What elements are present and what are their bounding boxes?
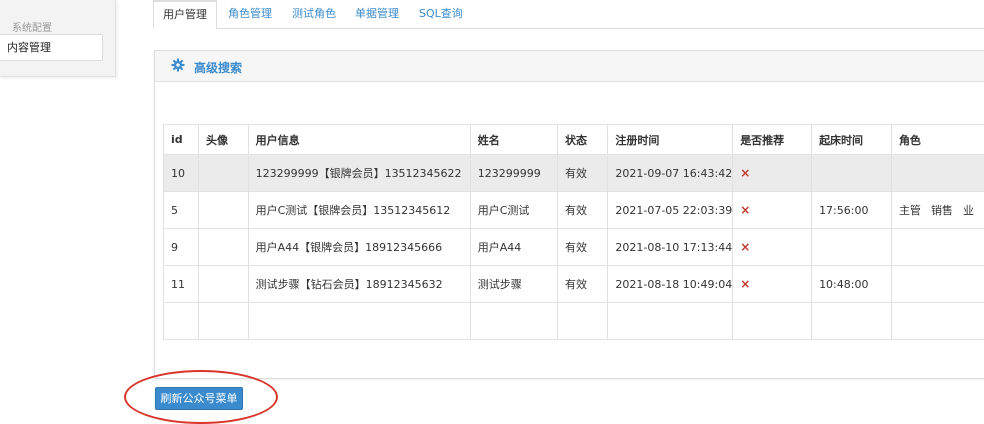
- column-header-user-info[interactable]: 用户信息: [248, 125, 470, 155]
- table-row[interactable]: 5 用户C测试【银牌会员】13512345612 用户C测试 有效 2021-0…: [164, 192, 984, 229]
- panel-title: 高级搜索: [194, 59, 242, 76]
- cell-roles: [891, 266, 984, 303]
- cell-name: 用户C测试: [470, 192, 557, 229]
- cell-registered: 2021-09-07 16:43:42: [608, 155, 733, 192]
- cell-wake-time: 10:48:00: [812, 266, 892, 303]
- tab-bar: 用户管理 角色管理 测试角色 单据管理 SQL查询: [153, 0, 984, 29]
- tab-user-management[interactable]: 用户管理: [153, 0, 217, 29]
- sidebar-section-title: 系统配置: [12, 19, 52, 34]
- column-header-registered[interactable]: 注册时间: [608, 125, 733, 155]
- cell-user-info: 123299999【银牌会员】13512345622: [248, 155, 470, 192]
- cross-icon: ×: [740, 203, 750, 217]
- cell-roles: [891, 229, 984, 266]
- cell-empty: [608, 303, 733, 340]
- cell-avatar: [199, 266, 249, 303]
- panel-header[interactable]: 高级搜索: [155, 51, 984, 82]
- cell-roles: [891, 155, 984, 192]
- cell-wake-time: [812, 229, 892, 266]
- cell-roles: 主管销售业: [891, 192, 984, 229]
- refresh-menu-button[interactable]: 刷新公众号菜单: [155, 387, 243, 410]
- cross-icon: ×: [740, 240, 750, 254]
- cell-empty: [812, 303, 892, 340]
- cell-empty: [199, 303, 249, 340]
- cross-icon: ×: [740, 277, 750, 291]
- cross-icon: ×: [740, 166, 750, 180]
- column-header-wake-time[interactable]: 起床时间: [812, 125, 892, 155]
- cell-recommended: ×: [733, 229, 812, 266]
- cell-empty: [558, 303, 608, 340]
- cell-user-info: 用户C测试【银牌会员】13512345612: [248, 192, 470, 229]
- cell-empty: [733, 303, 812, 340]
- cell-empty: [891, 303, 984, 340]
- cell-registered: 2021-08-18 10:49:04: [608, 266, 733, 303]
- role-tag: 主管: [899, 204, 921, 217]
- role-tag: 销售: [931, 204, 953, 217]
- cell-id: 11: [164, 266, 199, 303]
- sidebar: 系统配置 内容管理: [0, 0, 116, 77]
- cell-recommended: ×: [733, 155, 812, 192]
- cell-avatar: [199, 155, 249, 192]
- cell-avatar: [199, 192, 249, 229]
- cell-id: 9: [164, 229, 199, 266]
- tab-document-management[interactable]: 单据管理: [355, 0, 399, 28]
- tab-sql-query[interactable]: SQL查询: [419, 0, 463, 28]
- cell-status: 有效: [558, 192, 608, 229]
- table-header-row: id 头像 用户信息 姓名 状态 注册时间 是否推荐 起床时间 角色: [164, 125, 984, 155]
- column-header-recommended[interactable]: 是否推荐: [733, 125, 812, 155]
- cell-user-info: 用户A44【银牌会员】18912345666: [248, 229, 470, 266]
- cell-name: 测试步骤: [470, 266, 557, 303]
- cell-empty: [164, 303, 199, 340]
- column-header-name[interactable]: 姓名: [470, 125, 557, 155]
- cell-empty: [470, 303, 557, 340]
- table-row[interactable]: 11 测试步骤【钻石会员】18912345632 测试步骤 有效 2021-08…: [164, 266, 984, 303]
- cell-recommended: ×: [733, 192, 812, 229]
- cell-name: 123299999: [470, 155, 557, 192]
- cell-registered: 2021-08-10 17:13:44: [608, 229, 733, 266]
- cell-status: 有效: [558, 229, 608, 266]
- table-row[interactable]: 9 用户A44【银牌会员】18912345666 用户A44 有效 2021-0…: [164, 229, 984, 266]
- cell-wake-time: [812, 155, 892, 192]
- table-row-empty: [164, 303, 984, 340]
- cell-status: 有效: [558, 155, 608, 192]
- advanced-search-panel: 高级搜索 id 头像 用户信息 姓名 状态 注册时间 是否推荐 起床时间 角色 …: [154, 50, 984, 379]
- role-tag: 业: [963, 204, 974, 217]
- tab-test-role[interactable]: 测试角色: [292, 0, 336, 28]
- column-header-roles[interactable]: 角色: [891, 125, 984, 155]
- cell-avatar: [199, 229, 249, 266]
- table-row[interactable]: 10 123299999【银牌会员】13512345622 123299999 …: [164, 155, 984, 192]
- column-header-status[interactable]: 状态: [558, 125, 608, 155]
- column-header-avatar[interactable]: 头像: [199, 125, 249, 155]
- cell-status: 有效: [558, 266, 608, 303]
- cell-id: 5: [164, 192, 199, 229]
- cell-wake-time: 17:56:00: [812, 192, 892, 229]
- column-header-id[interactable]: id: [164, 125, 199, 155]
- cell-recommended: ×: [733, 266, 812, 303]
- tab-role-management[interactable]: 角色管理: [228, 0, 272, 28]
- user-table: id 头像 用户信息 姓名 状态 注册时间 是否推荐 起床时间 角色 10 12…: [163, 124, 984, 340]
- cell-id: 10: [164, 155, 199, 192]
- gear-icon: [171, 58, 185, 72]
- cell-registered: 2021-07-05 22:03:39: [608, 192, 733, 229]
- cell-name: 用户A44: [470, 229, 557, 266]
- sidebar-item-content-management[interactable]: 内容管理: [0, 34, 103, 61]
- cell-empty: [248, 303, 470, 340]
- cell-user-info: 测试步骤【钻石会员】18912345632: [248, 266, 470, 303]
